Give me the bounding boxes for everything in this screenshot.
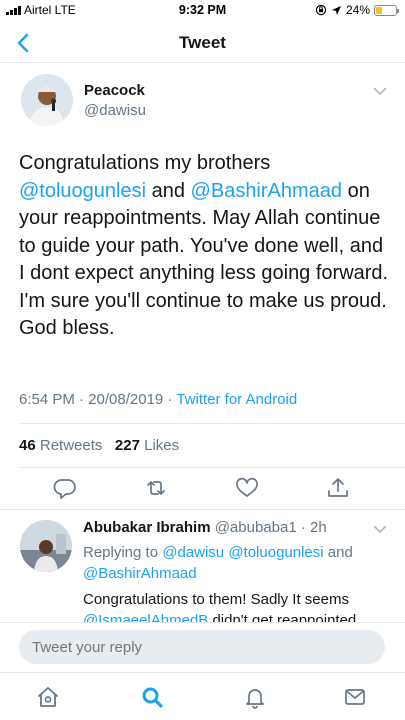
reply-time: · 2h bbox=[300, 519, 327, 536]
chevron-down-icon[interactable] bbox=[373, 524, 387, 534]
author-avatar[interactable] bbox=[21, 74, 73, 126]
engagement-counts: 46 Retweets 227 Likes bbox=[19, 437, 179, 454]
reply-text-cut: @IsmaeelAhmedB didn't get reappointed bbox=[83, 610, 393, 622]
reply-author-name[interactable]: Abubakar Ibrahim bbox=[83, 519, 211, 536]
reply-text-part: didn't get reappointed bbox=[208, 612, 357, 622]
retweets-link[interactable]: 46 Retweets bbox=[19, 437, 102, 454]
author-handle[interactable]: @dawisu bbox=[84, 102, 146, 119]
tweet-text-part: on your reappointments. May Allah contin… bbox=[19, 179, 389, 340]
tweet-actions bbox=[0, 475, 405, 501]
tweet-text-part: Congratulations my brothers bbox=[19, 152, 271, 174]
notifications-icon[interactable] bbox=[243, 685, 267, 709]
reply-text: Congratulations to them! Sadly It seems bbox=[83, 591, 349, 608]
battery-percent: 24% bbox=[345, 3, 370, 17]
home-icon[interactable] bbox=[36, 685, 60, 709]
tab-bar bbox=[0, 672, 405, 720]
likes-link[interactable]: 227 Likes bbox=[115, 437, 179, 454]
mention-link[interactable]: @BashirAhmaad bbox=[191, 180, 342, 202]
mention-link[interactable]: @dawisu bbox=[162, 544, 224, 561]
status-bar: Airtel LTE 9:32 PM 24% bbox=[0, 0, 405, 22]
mention-link[interactable]: @toluogunlesi bbox=[19, 180, 146, 202]
tweet-timestamp: 6:54 PM · 20/08/2019 · bbox=[19, 391, 177, 408]
replying-prefix: Replying to bbox=[83, 544, 163, 561]
reply-input[interactable] bbox=[19, 630, 385, 664]
likes-label: Likes bbox=[144, 437, 180, 454]
location-icon bbox=[331, 5, 341, 15]
chevron-down-icon[interactable] bbox=[373, 86, 387, 96]
orientation-lock-icon bbox=[315, 4, 327, 16]
mention-link[interactable]: @IsmaeelAhmedB bbox=[83, 612, 208, 622]
author-name[interactable]: Peacock bbox=[84, 82, 145, 99]
reply-author-avatar[interactable] bbox=[20, 520, 72, 572]
share-icon[interactable] bbox=[325, 475, 351, 501]
retweets-label: Retweets bbox=[39, 437, 103, 454]
divider bbox=[19, 423, 405, 424]
likes-count: 227 bbox=[114, 437, 140, 454]
mention-link[interactable]: @toluogunlesi bbox=[228, 544, 323, 561]
reply-author-handle[interactable]: @abubaba1 bbox=[215, 519, 297, 536]
tweet-text: Congratulations my brothers @toluogunles… bbox=[19, 150, 391, 343]
divider bbox=[19, 467, 405, 468]
avatar-photo bbox=[21, 74, 73, 126]
like-icon[interactable] bbox=[234, 475, 260, 501]
battery-icon bbox=[374, 4, 399, 16]
header: Tweet bbox=[0, 22, 405, 63]
retweet-icon[interactable] bbox=[143, 475, 169, 501]
retweets-count: 46 bbox=[19, 437, 36, 454]
tweet-meta: 6:54 PM · 20/08/2019 · Twitter for Andro… bbox=[19, 391, 297, 408]
reply-header: Abubakar Ibrahim @abubaba1 · 2h bbox=[83, 519, 327, 536]
tweet-source-link[interactable]: Twitter for Android bbox=[176, 391, 297, 408]
page-title: Tweet bbox=[179, 33, 226, 52]
reply-icon[interactable] bbox=[52, 475, 78, 501]
replying-and: and bbox=[323, 544, 353, 561]
divider bbox=[0, 509, 405, 510]
mention-link[interactable]: @BashirAhmaad bbox=[83, 565, 197, 582]
search-icon[interactable] bbox=[140, 685, 164, 709]
tweet-text-part: and bbox=[146, 179, 191, 202]
replying-to: Replying to @dawisu @toluogunlesi and @Ba… bbox=[83, 542, 393, 584]
messages-icon[interactable] bbox=[343, 685, 367, 709]
avatar-photo bbox=[20, 520, 72, 572]
